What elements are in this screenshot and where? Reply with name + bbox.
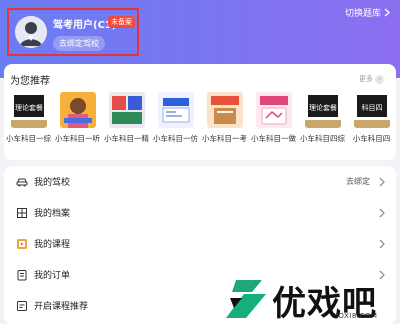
chevron-right-icon — [379, 208, 385, 217]
thumb-text: 科目四 — [361, 103, 382, 112]
menu-label: 我的档案 — [34, 209, 71, 219]
menu-label: 我的驾校 — [34, 178, 71, 188]
course-item[interactable]: 科目四 小车科目四 — [347, 92, 396, 152]
course-label: 小车科目四综 — [300, 134, 345, 143]
thumb-text: 理论套餐 — [15, 103, 43, 112]
watermark-sub: YOXI8.COM — [334, 312, 378, 320]
user-profile[interactable]: 驾考用户(C1) 未备案 去绑定驾校 — [7, 8, 139, 56]
car-icon — [16, 178, 28, 186]
status-badge: 未备案 — [108, 16, 135, 28]
chevron-right-icon — [379, 239, 385, 248]
course-thumbnail: 理论套餐 — [10, 92, 47, 128]
course-item[interactable]: 小车科目一仿 — [151, 92, 200, 152]
course-list: 理论套餐 小车科目一综 小车科目一听 小车科目一精 小车科目一仿 小车科目一考 … — [4, 92, 396, 152]
course-label: 小车科目一综 — [6, 134, 51, 143]
course-label: 小车科目四 — [352, 134, 391, 143]
course-thumbnail — [59, 92, 96, 128]
course-label: 小车科目一仿 — [153, 134, 198, 143]
menu-item-my-school[interactable]: 我的驾校 去绑定 — [4, 166, 396, 197]
watermark: 优戏吧 YOXI8.COM — [222, 274, 400, 324]
menu-label: 开启课程推荐 — [34, 302, 89, 312]
course-item[interactable]: 小车科目一精 — [102, 92, 151, 152]
course-thumbnail — [255, 92, 292, 128]
chevron-right-icon: › — [375, 74, 384, 84]
thumb-text: 理论套餐 — [309, 103, 337, 112]
more-label: 更多 — [359, 75, 373, 83]
menu-label: 我的课程 — [34, 240, 71, 250]
course-thumbnail — [157, 92, 194, 128]
course-item[interactable]: 小车科目一做 — [249, 92, 298, 152]
menu-item-my-archive[interactable]: 我的档案 — [4, 197, 396, 228]
menu-label: 我的订单 — [34, 271, 71, 281]
archive-icon — [17, 207, 27, 218]
course-item[interactable]: 小车科目一听 — [53, 92, 102, 152]
bind-link[interactable]: 去绑定 — [346, 176, 370, 187]
user-name: 驾考用户(C1) — [53, 20, 117, 31]
course-item[interactable]: 理论套餐 小车科目一综 — [4, 92, 53, 152]
recommend-icon — [17, 300, 27, 311]
course-icon — [17, 238, 27, 249]
watermark-logo-icon — [226, 280, 266, 318]
bind-school-button[interactable]: 去绑定驾校 — [53, 36, 105, 51]
course-thumbnail — [108, 92, 145, 128]
avatar-icon — [15, 16, 47, 48]
more-button[interactable]: 更多 › — [359, 74, 384, 84]
course-label: 小车科目一做 — [251, 134, 296, 143]
avatar[interactable] — [15, 16, 47, 48]
course-item[interactable]: 小车科目一考 — [200, 92, 249, 152]
course-thumbnail: 理论套餐 — [304, 92, 341, 128]
menu-item-my-courses[interactable]: 我的课程 — [4, 228, 396, 259]
course-item[interactable]: 理论套餐 小车科目四综 — [298, 92, 347, 152]
course-label: 小车科目一精 — [104, 134, 149, 143]
course-thumbnail — [206, 92, 243, 128]
course-label: 小车科目一考 — [202, 134, 247, 143]
switch-bank-button[interactable]: 切换题库 — [345, 6, 390, 19]
course-label: 小车科目一听 — [55, 134, 100, 143]
switch-bank-label: 切换题库 — [344, 9, 381, 19]
recommend-title: 为您推荐 — [10, 76, 50, 87]
chevron-right-icon — [384, 8, 390, 17]
recommend-card: 为您推荐 更多 › 理论套餐 小车科目一综 小车科目一听 小车科目一精 小车科目… — [4, 64, 396, 160]
order-icon — [17, 269, 27, 280]
chevron-right-icon — [379, 177, 385, 186]
course-thumbnail: 科目四 — [353, 92, 390, 128]
